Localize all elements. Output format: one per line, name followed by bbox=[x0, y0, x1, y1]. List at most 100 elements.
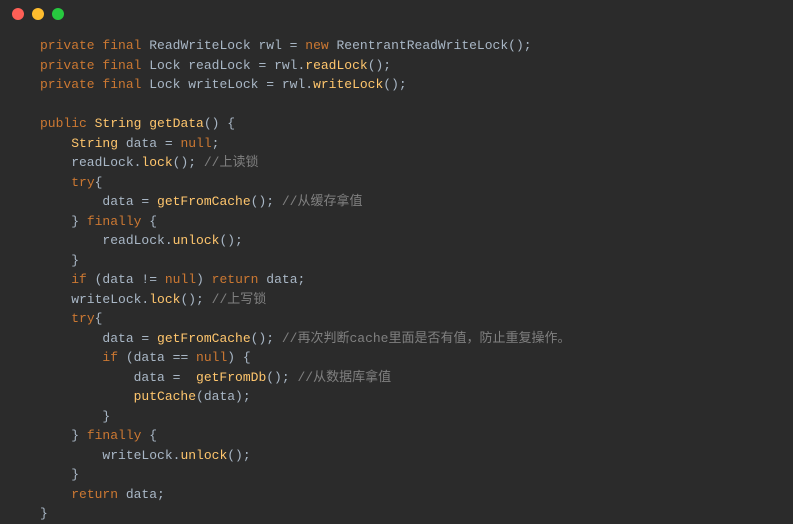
token-fncall: writeLock bbox=[313, 77, 383, 92]
code-line: } bbox=[40, 251, 793, 271]
token: { bbox=[141, 214, 157, 229]
token: Lock readLock = rwl. bbox=[149, 58, 305, 73]
code-line: return data; bbox=[40, 485, 793, 505]
token: { bbox=[95, 311, 103, 326]
token-def: String bbox=[71, 136, 118, 151]
token: data = bbox=[40, 370, 196, 385]
token-fncall: unlock bbox=[173, 233, 220, 248]
token-kw: try bbox=[71, 311, 94, 326]
code-line: } bbox=[40, 504, 793, 524]
token: } bbox=[40, 506, 48, 521]
window-titlebar bbox=[0, 0, 793, 28]
token: } bbox=[40, 467, 79, 482]
token: data; bbox=[258, 272, 305, 287]
token-fncall: readLock bbox=[305, 58, 367, 73]
token-fncall: getFromDb bbox=[196, 370, 266, 385]
token-kw: finally bbox=[87, 428, 142, 443]
token: (); bbox=[227, 448, 250, 463]
code-line: data = getFromCache(); //再次判断cache里面是否有值… bbox=[40, 329, 793, 349]
token-kw: final bbox=[102, 77, 141, 92]
token: (); bbox=[383, 77, 406, 92]
token: data = bbox=[40, 331, 157, 346]
code-line: private final Lock readLock = rwl.readLo… bbox=[40, 56, 793, 76]
token: ReadWriteLock rwl = bbox=[149, 38, 305, 53]
code-line: } bbox=[40, 407, 793, 427]
token-def: String bbox=[95, 116, 142, 131]
token-kw: if bbox=[102, 350, 118, 365]
token-comment: //从缓存拿值 bbox=[282, 194, 363, 209]
token: { bbox=[141, 428, 157, 443]
token: { bbox=[95, 175, 103, 190]
token bbox=[40, 272, 71, 287]
token-kw: new bbox=[305, 38, 328, 53]
token-kw: null bbox=[196, 350, 227, 365]
token-kw: return bbox=[71, 487, 118, 502]
token: writeLock. bbox=[40, 448, 180, 463]
close-icon[interactable] bbox=[12, 8, 24, 20]
token: } bbox=[40, 214, 87, 229]
token: (); bbox=[173, 155, 204, 170]
code-line: } bbox=[40, 465, 793, 485]
token: data; bbox=[118, 487, 165, 502]
token: (); bbox=[219, 233, 242, 248]
code-line: } finally { bbox=[40, 212, 793, 232]
token-comment: //再次判断cache里面是否有值，防止重复操作。 bbox=[282, 331, 571, 346]
token-kw: return bbox=[212, 272, 259, 287]
maximize-icon[interactable] bbox=[52, 8, 64, 20]
token-fncall: putCache bbox=[134, 389, 196, 404]
token-kw: final bbox=[102, 58, 141, 73]
token: readLock. bbox=[40, 233, 173, 248]
code-line: data = getFromDb(); //从数据库拿值 bbox=[40, 368, 793, 388]
code-line: readLock.lock(); //上读锁 bbox=[40, 153, 793, 173]
token: ) { bbox=[227, 350, 250, 365]
token-kw: private bbox=[40, 38, 95, 53]
code-line: private final ReadWriteLock rwl = new Re… bbox=[40, 36, 793, 56]
token-fncall: lock bbox=[141, 155, 172, 170]
token-kw: private bbox=[40, 58, 95, 73]
code-line: String data = null; bbox=[40, 134, 793, 154]
token: () { bbox=[204, 116, 235, 131]
token: (data != bbox=[87, 272, 165, 287]
token bbox=[40, 389, 134, 404]
token-fncall: lock bbox=[149, 292, 180, 307]
token bbox=[40, 350, 102, 365]
token: (data); bbox=[196, 389, 251, 404]
token: ) bbox=[196, 272, 212, 287]
code-line: writeLock.lock(); //上写锁 bbox=[40, 290, 793, 310]
token: (); bbox=[368, 58, 391, 73]
token bbox=[40, 175, 71, 190]
token-fncall: getFromCache bbox=[157, 194, 251, 209]
token-kw: private bbox=[40, 77, 95, 92]
code-line: } finally { bbox=[40, 426, 793, 446]
token-comment: //上读锁 bbox=[204, 155, 259, 170]
token: (); bbox=[180, 292, 211, 307]
code-line: try{ bbox=[40, 309, 793, 329]
code-line: private final Lock writeLock = rwl.write… bbox=[40, 75, 793, 95]
token-kw: final bbox=[102, 38, 141, 53]
code-editor-window: private final ReadWriteLock rwl = new Re… bbox=[0, 0, 793, 511]
token-class: ReentrantReadWriteLock bbox=[337, 38, 509, 53]
token: data = bbox=[40, 194, 157, 209]
code-line: if (data == null) { bbox=[40, 348, 793, 368]
token bbox=[40, 487, 71, 502]
token: } bbox=[40, 428, 87, 443]
token-fncall: getFromCache bbox=[157, 331, 251, 346]
code-line: try{ bbox=[40, 173, 793, 193]
token-comment: //从数据库拿值 bbox=[297, 370, 391, 385]
token-kw: null bbox=[180, 136, 211, 151]
token: writeLock. bbox=[40, 292, 149, 307]
token: data = bbox=[118, 136, 180, 151]
token: (data == bbox=[118, 350, 196, 365]
code-line: readLock.unlock(); bbox=[40, 231, 793, 251]
token: } bbox=[40, 253, 79, 268]
token-kw: try bbox=[71, 175, 94, 190]
token: ; bbox=[212, 136, 220, 151]
code-area[interactable]: private final ReadWriteLock rwl = new Re… bbox=[0, 28, 793, 524]
token-def: getData bbox=[149, 116, 204, 131]
token bbox=[329, 38, 337, 53]
token bbox=[87, 116, 95, 131]
minimize-icon[interactable] bbox=[32, 8, 44, 20]
token bbox=[40, 311, 71, 326]
token: } bbox=[40, 409, 110, 424]
token: (); bbox=[251, 331, 282, 346]
